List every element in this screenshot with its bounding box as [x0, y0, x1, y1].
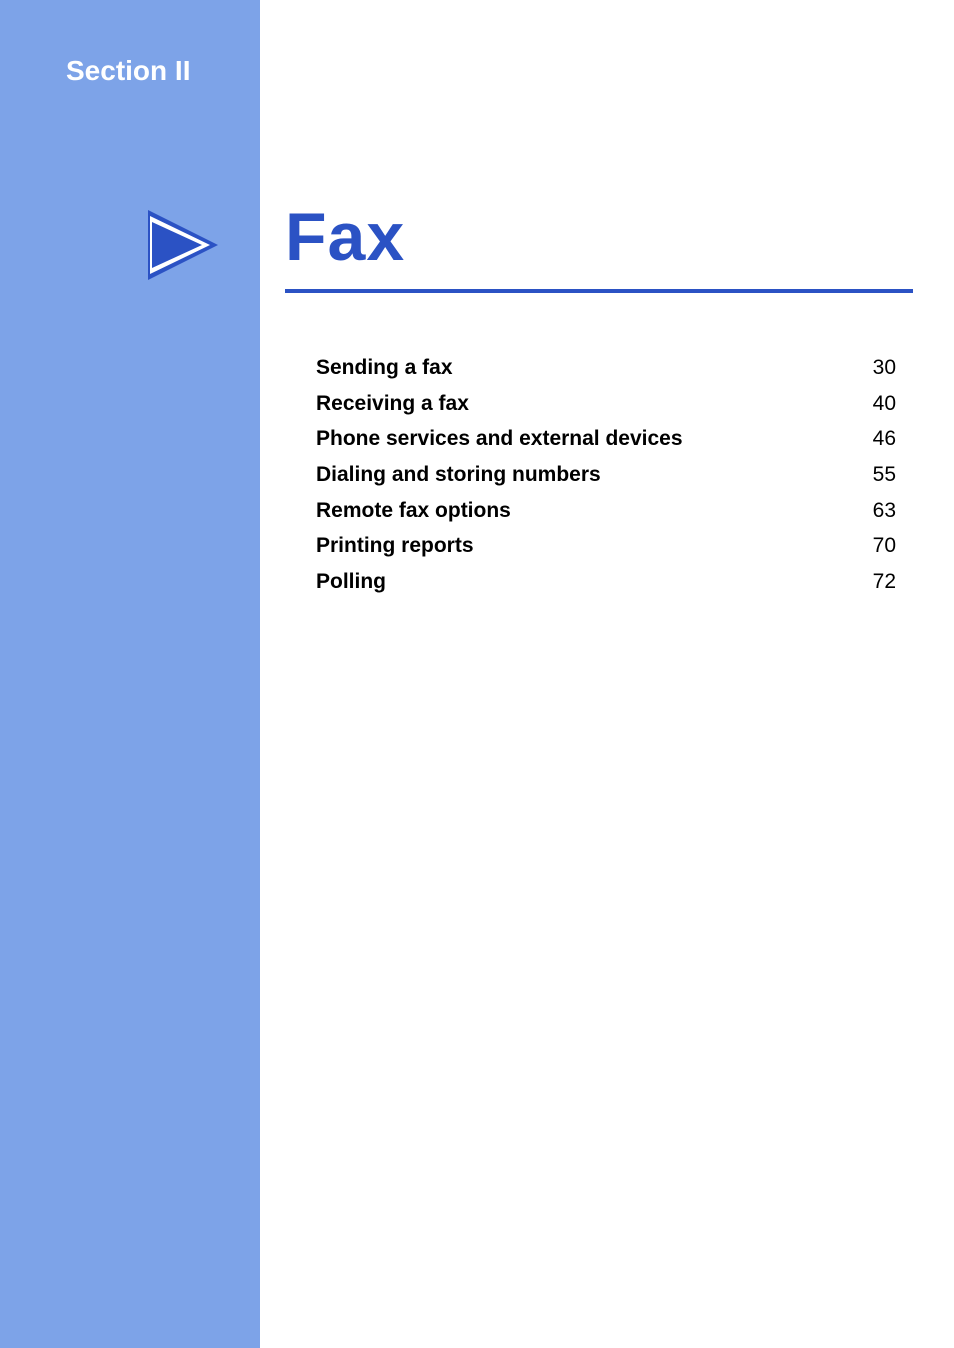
toc-row[interactable]: Phone services and external devices 46 [316, 421, 896, 457]
toc-row[interactable]: Polling 72 [316, 564, 896, 600]
toc-item-title: Receiving a fax [316, 386, 469, 422]
toc-item-title: Remote fax options [316, 493, 511, 529]
toc-item-page: 40 [856, 386, 896, 422]
toc-item-page: 30 [856, 350, 896, 386]
toc-item-page: 72 [856, 564, 896, 600]
section-label: Section II [66, 55, 190, 87]
toc-item-title: Printing reports [316, 528, 474, 564]
toc-item-page: 70 [856, 528, 896, 564]
toc-row[interactable]: Dialing and storing numbers 55 [316, 457, 896, 493]
title-underline [285, 289, 913, 293]
toc-item-title: Sending a fax [316, 350, 453, 386]
toc-item-page: 46 [856, 421, 896, 457]
toc-item-title: Dialing and storing numbers [316, 457, 601, 493]
toc-row[interactable]: Receiving a fax 40 [316, 386, 896, 422]
page-title: Fax [285, 198, 405, 276]
toc-row[interactable]: Remote fax options 63 [316, 493, 896, 529]
toc-item-title: Polling [316, 564, 386, 600]
toc-item-title: Phone services and external devices [316, 421, 683, 457]
table-of-contents: Sending a fax 30 Receiving a fax 40 Phon… [316, 350, 896, 600]
toc-row[interactable]: Sending a fax 30 [316, 350, 896, 386]
play-arrow-icon [148, 210, 238, 280]
page-content: Section II Fax Sending a fax 30 Receivin… [0, 0, 954, 1348]
toc-row[interactable]: Printing reports 70 [316, 528, 896, 564]
toc-item-page: 63 [856, 493, 896, 529]
toc-item-page: 55 [856, 457, 896, 493]
